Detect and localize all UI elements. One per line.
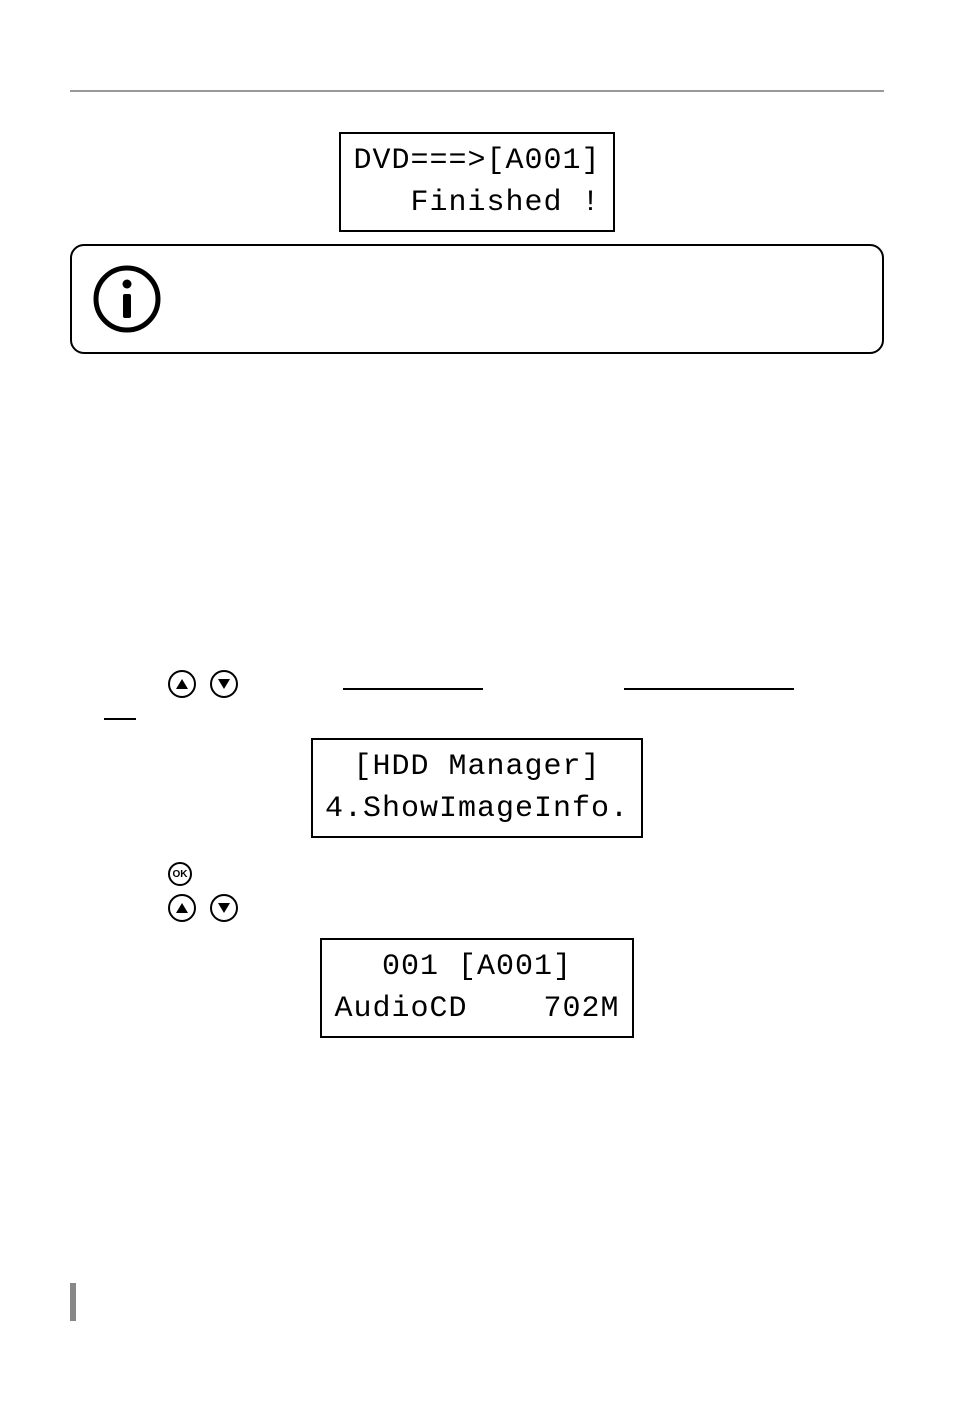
lcd-hdd-manager: [HDD Manager] 4.ShowImageInfo.: [311, 738, 643, 838]
lcd3-line2: AudioCD 702M: [334, 992, 619, 1026]
info-icon: [92, 264, 162, 334]
lcd1-line2: Finished !: [353, 186, 600, 220]
up-arrow-icon[interactable]: [168, 894, 196, 922]
lcd2-line2: 4.ShowImageInfo.: [325, 792, 629, 826]
lcd2-line1: [HDD Manager]: [353, 750, 600, 784]
underline-2: [624, 688, 794, 690]
step1-arrow-icons: [168, 670, 238, 698]
lcd-finished-wrap: DVD===>[A001] Finished !: [70, 132, 884, 232]
step2-ok-icon-wrap: OK: [168, 862, 192, 886]
page-content: DVD===>[A001] Finished ! [HDD Manager] 4…: [0, 0, 954, 1401]
page-marker: [70, 1283, 76, 1321]
underline-1: [343, 688, 483, 690]
header-rule: [70, 90, 884, 92]
section-heading: [70, 538, 884, 570]
underline-3: [104, 718, 136, 720]
lcd-image-info: 001 [A001] AudioCD 702M: [320, 938, 633, 1038]
ok-label: OK: [173, 869, 188, 880]
up-arrow-icon[interactable]: [168, 670, 196, 698]
body-text-1: [70, 394, 884, 493]
lcd-hdd-manager-wrap: [HDD Manager] 4.ShowImageInfo.: [0, 738, 954, 838]
lcd-image-info-wrap: 001 [A001] AudioCD 702M: [0, 938, 954, 1038]
ok-icon[interactable]: OK: [168, 862, 192, 886]
body-text-2: [70, 590, 884, 680]
step2-arrow-icons: [168, 894, 238, 922]
down-arrow-icon[interactable]: [210, 894, 238, 922]
lcd3-line1: 001 [A001]: [382, 950, 572, 984]
lcd1-line1: DVD===>[A001]: [353, 144, 600, 178]
lcd-finished: DVD===>[A001] Finished !: [339, 132, 614, 232]
down-arrow-icon[interactable]: [210, 670, 238, 698]
info-callout: [70, 244, 884, 354]
